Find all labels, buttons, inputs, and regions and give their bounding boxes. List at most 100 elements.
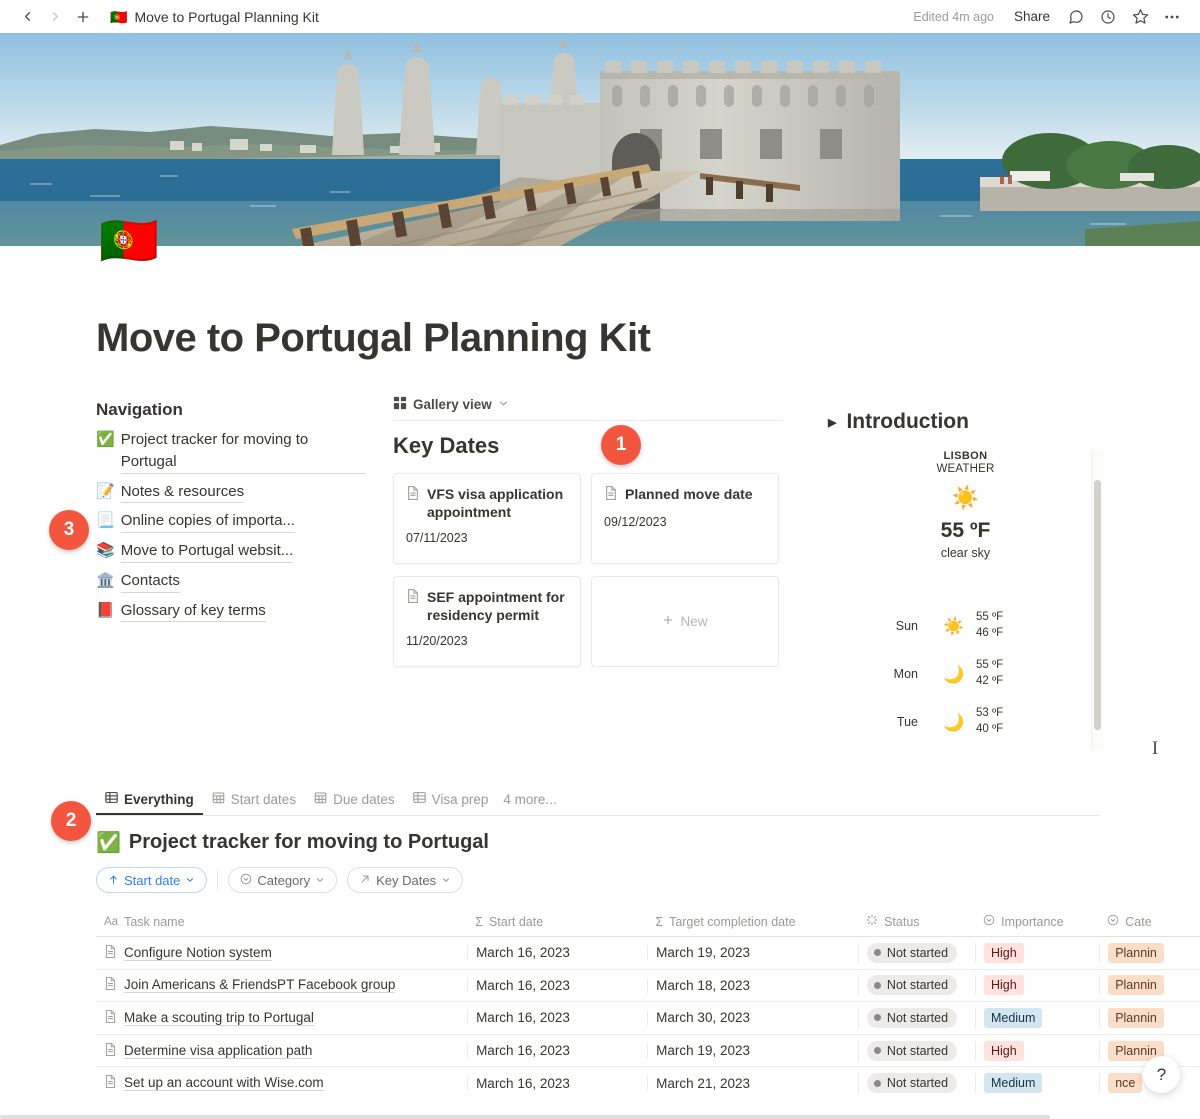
plus-icon[interactable]: [70, 4, 96, 30]
column-header-target-completion-date[interactable]: Σ Target completion date: [647, 915, 858, 929]
cell-status[interactable]: Not started: [857, 942, 975, 963]
gallery-card[interactable]: Planned move date 09/12/2023: [591, 473, 779, 564]
cell-category[interactable]: Plannin: [1099, 942, 1200, 963]
cell-category[interactable]: Plannin: [1099, 1040, 1200, 1061]
table-row[interactable]: Configure Notion system March 16, 2023 M…: [96, 937, 1200, 970]
cell-target-date[interactable]: March 18, 2023: [647, 977, 858, 993]
chevron-left-icon[interactable]: [14, 4, 40, 30]
column-header-category[interactable]: Cate: [1099, 914, 1200, 929]
gallery-card[interactable]: SEF appointment for residency permit 11/…: [393, 576, 581, 667]
cell-importance[interactable]: Medium: [974, 1007, 1099, 1028]
cell-task-name[interactable]: Make a scouting trip to Portugal: [96, 1009, 467, 1027]
column-header-start-date[interactable]: Σ Start date: [467, 915, 647, 929]
tab-due-dates[interactable]: Due dates: [305, 791, 404, 815]
column-header-importance[interactable]: Importance: [975, 914, 1099, 929]
comment-icon[interactable]: [1062, 3, 1090, 31]
nav-link-label: Glossary of key terms: [120, 600, 266, 623]
star-icon[interactable]: [1126, 3, 1154, 31]
weather-forecast-row: Mon 🌙 55 ºF 42 ºF: [828, 650, 1103, 698]
chevron-down-icon[interactable]: [498, 397, 509, 412]
new-gallery-card-button[interactable]: New: [591, 576, 779, 667]
sidebar-item-contacts[interactable]: 🏛️ Contacts: [96, 570, 366, 593]
page-cover-image: [0, 33, 1200, 246]
cell-target-date[interactable]: March 19, 2023: [647, 945, 858, 961]
sidebar-item-notes-resources[interactable]: 📝 Notes & resources: [96, 481, 366, 504]
weather-scrollbar-thumb[interactable]: [1094, 480, 1101, 730]
cell-task-name[interactable]: Join Americans & FriendsPT Facebook grou…: [96, 976, 467, 994]
cell-category[interactable]: Plannin: [1099, 1007, 1200, 1028]
plus-icon: [662, 614, 674, 629]
cell-importance[interactable]: High: [974, 1040, 1099, 1061]
cell-status[interactable]: Not started: [857, 1073, 975, 1094]
column-header-task-name[interactable]: Aa Task name: [96, 915, 467, 929]
table-icon: [105, 791, 118, 807]
task-name-label: Determine visa application path: [124, 1042, 313, 1059]
tab-visa-prep[interactable]: Visa prep: [404, 791, 498, 815]
filter-chip-category[interactable]: Category: [228, 867, 338, 893]
cell-status[interactable]: Not started: [857, 975, 975, 996]
gallery-card[interactable]: VFS visa application appointment 07/11/2…: [393, 473, 581, 564]
column-header-status[interactable]: Status: [858, 914, 975, 929]
horizontal-scrollbar-thumb[interactable]: [0, 1115, 1050, 1119]
weather-forecast-row: Sun ☀️ 55 ºF 46 ºF: [828, 602, 1103, 650]
ellipsis-icon[interactable]: [1158, 3, 1186, 31]
arrow-up-icon: [108, 873, 119, 888]
cell-task-name[interactable]: Determine visa application path: [96, 1042, 467, 1060]
gallery-title[interactable]: Key Dates: [393, 433, 783, 459]
page-title[interactable]: Move to Portugal Planning Kit: [96, 316, 996, 361]
cell-status[interactable]: Not started: [857, 1040, 975, 1061]
triangle-right-icon[interactable]: ▶: [828, 416, 836, 429]
help-button[interactable]: ?: [1143, 1056, 1180, 1093]
forecast-temps: 55 ºF 42 ºF: [976, 658, 1003, 689]
sidebar-item-glossary[interactable]: 📕 Glossary of key terms: [96, 600, 366, 623]
cell-target-date[interactable]: March 19, 2023: [647, 1043, 858, 1059]
tab-label: Start dates: [230, 791, 297, 807]
database-title[interactable]: ✅ Project tracker for moving to Portugal: [96, 830, 1200, 855]
category-badge: Plannin: [1108, 975, 1164, 996]
cell-importance[interactable]: High: [974, 975, 1099, 996]
introduction-toggle[interactable]: ▶ Introduction: [828, 410, 1128, 434]
table-row[interactable]: Determine visa application path March 16…: [96, 1035, 1200, 1068]
table-row[interactable]: Make a scouting trip to Portugal March 1…: [96, 1002, 1200, 1035]
cell-target-date[interactable]: March 30, 2023: [647, 1010, 858, 1026]
horizontal-scrollbar[interactable]: [0, 1114, 1200, 1119]
task-name-label: Configure Notion system: [124, 944, 272, 961]
chevron-down-icon: [315, 873, 325, 888]
forecast-low: 40 ºF: [976, 723, 1004, 735]
cell-start-date[interactable]: March 16, 2023: [467, 945, 647, 961]
filter-divider: [217, 871, 219, 889]
status-icon: [866, 914, 878, 929]
breadcrumb[interactable]: 🇵🇹 Move to Portugal Planning Kit: [110, 9, 319, 25]
tab-start-dates[interactable]: Start dates: [203, 791, 305, 815]
table-row[interactable]: Join Americans & FriendsPT Facebook grou…: [96, 970, 1200, 1003]
importance-badge: Medium: [983, 1073, 1043, 1094]
cell-start-date[interactable]: March 16, 2023: [467, 1043, 647, 1059]
clock-icon[interactable]: [1094, 3, 1122, 31]
gallery-card-title: Planned move date: [625, 486, 753, 502]
cell-status[interactable]: Not started: [857, 1007, 975, 1028]
page-icon: [406, 485, 420, 521]
status-badge: Not started: [866, 1040, 958, 1061]
cell-task-name[interactable]: Set up an account with Wise.com: [96, 1074, 467, 1092]
cell-start-date[interactable]: March 16, 2023: [467, 1075, 647, 1091]
column-label: Status: [884, 914, 920, 929]
sidebar-item-websites[interactable]: 📚 Move to Portugal websit...: [96, 540, 366, 563]
cell-start-date[interactable]: March 16, 2023: [467, 977, 647, 993]
tab-everything[interactable]: Everything: [96, 791, 203, 815]
cell-target-date[interactable]: March 21, 2023: [647, 1075, 858, 1091]
tab-more-views[interactable]: 4 more...: [497, 792, 565, 815]
cell-category[interactable]: Plannin: [1099, 975, 1200, 996]
cell-importance[interactable]: Medium: [974, 1073, 1099, 1094]
filter-chip-key-dates[interactable]: Key Dates: [347, 867, 464, 893]
chevron-right-icon[interactable]: [42, 4, 68, 30]
share-button[interactable]: Share: [1006, 5, 1058, 28]
page-emoji-icon[interactable]: 🇵🇹: [99, 218, 159, 266]
cell-start-date[interactable]: March 16, 2023: [467, 1010, 647, 1026]
sidebar-item-online-copies[interactable]: 📃 Online copies of importa...: [96, 510, 366, 533]
gallery-view-selector[interactable]: Gallery view: [393, 396, 783, 420]
cell-importance[interactable]: High: [974, 942, 1099, 963]
cell-task-name[interactable]: Configure Notion system: [96, 944, 467, 962]
sidebar-item-project-tracker[interactable]: ✅ Project tracker for moving to Portugal: [96, 429, 366, 474]
sort-chip-start-date[interactable]: Start date: [96, 867, 208, 893]
weather-scrollbar[interactable]: [1091, 450, 1103, 750]
